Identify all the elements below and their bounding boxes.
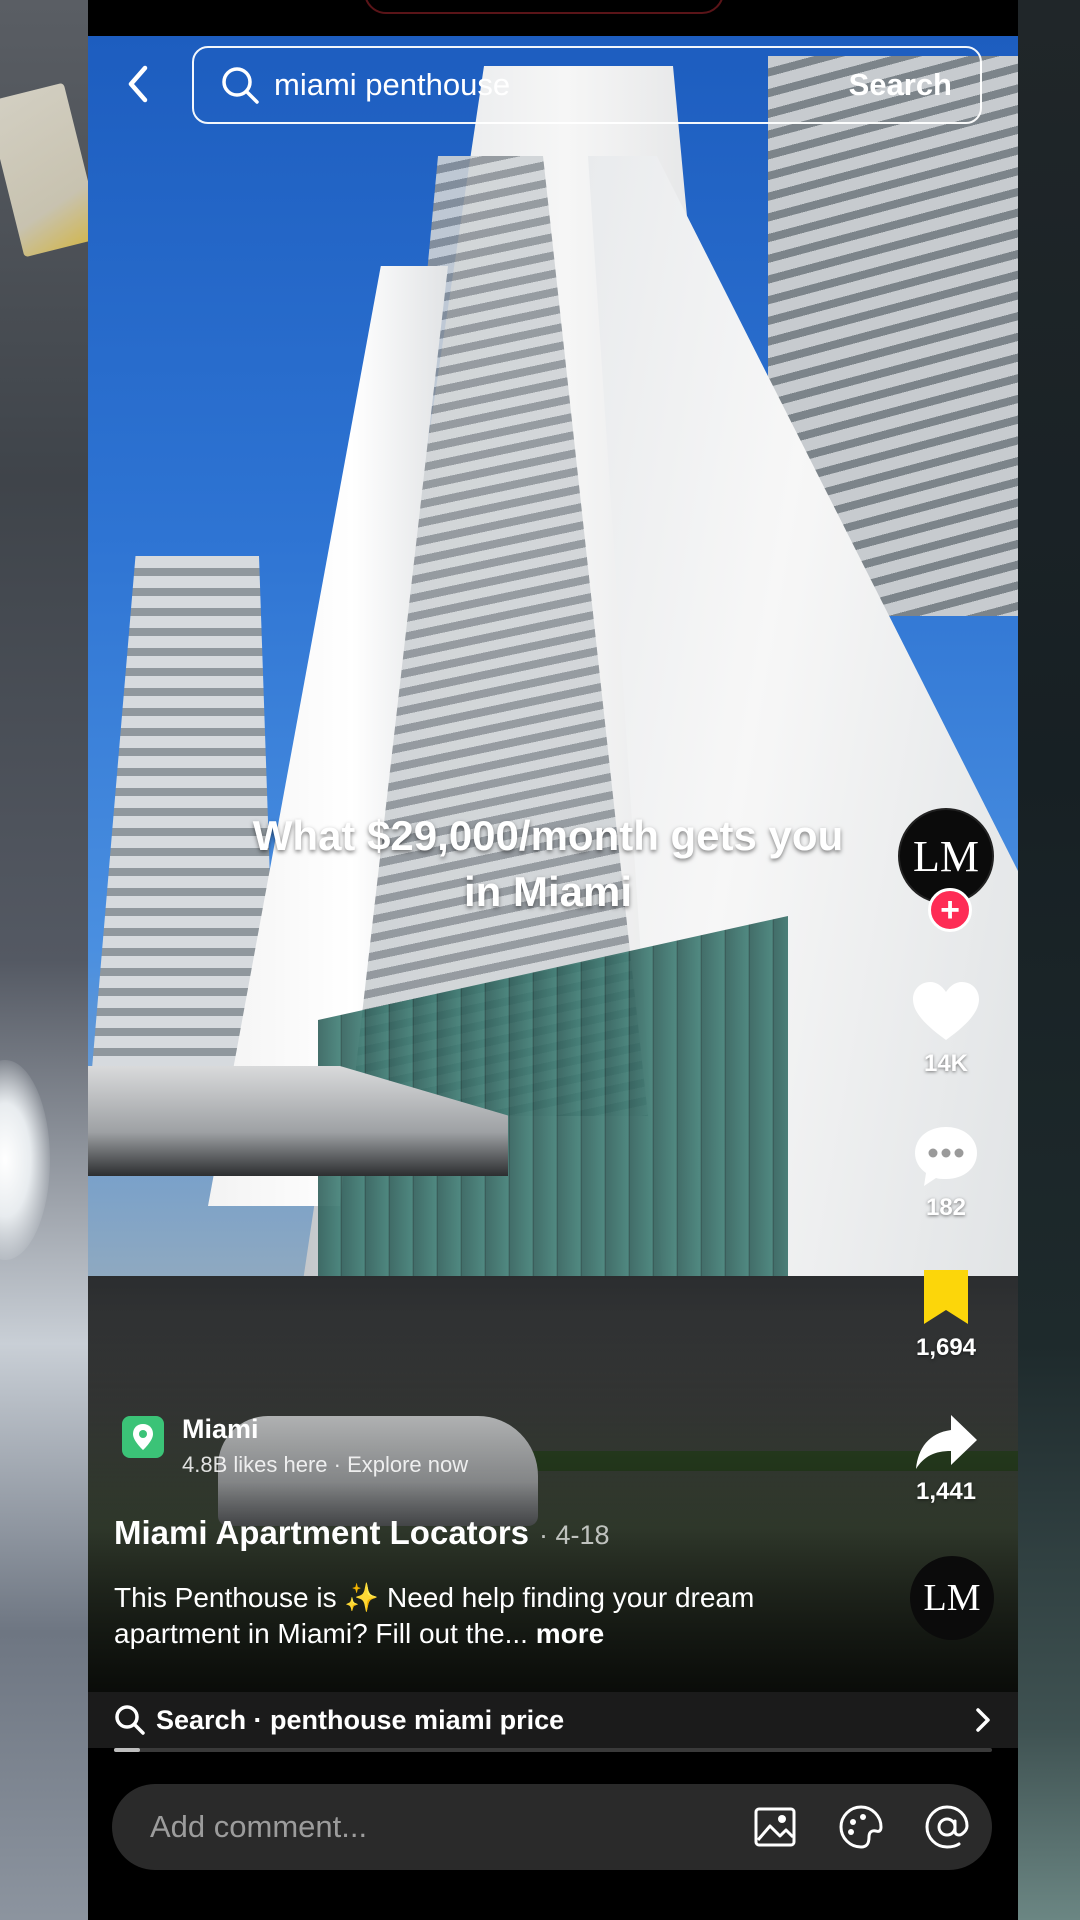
like-button[interactable]: 14K xyxy=(896,980,996,1078)
avatar-initials: LM xyxy=(913,831,979,881)
emoji-icon xyxy=(839,1805,883,1849)
playback-progress-fill xyxy=(114,1748,141,1752)
dynamic-island xyxy=(364,0,724,14)
share-count: 1,441 xyxy=(915,1478,977,1505)
share-icon xyxy=(916,1415,977,1469)
share-button[interactable]: 1,441 xyxy=(896,1412,996,1506)
chevron-right-icon xyxy=(976,1708,990,1732)
image-button[interactable] xyxy=(750,1802,800,1852)
background-right-blur xyxy=(1018,0,1080,1920)
video-overlay-caption: What $29,000/month gets you in Miami xyxy=(252,812,844,915)
post-date: · 4-18 xyxy=(539,1520,610,1550)
follow-button[interactable]: + xyxy=(928,888,972,932)
related-search-bar[interactable]: Search · penthouse miami price xyxy=(88,1692,1018,1748)
location-name: Miami xyxy=(182,1414,259,1444)
image-icon xyxy=(754,1807,796,1847)
heart-icon xyxy=(913,982,979,1040)
comment-placeholder: Add comment... xyxy=(150,1809,368,1844)
search-input[interactable]: miami penthouse Search xyxy=(192,46,982,124)
pin-icon xyxy=(122,1416,164,1458)
background-glare xyxy=(0,1060,50,1260)
background-left-blur xyxy=(0,0,103,1920)
mention-icon xyxy=(925,1805,969,1849)
description-text: This Penthouse is ✨ Need help finding yo… xyxy=(114,1582,755,1649)
mention-button[interactable] xyxy=(922,1802,972,1852)
author-name[interactable]: Miami Apartment Locators xyxy=(114,1514,529,1551)
phone-screen: miami penthouse Search What $29,000/mont… xyxy=(88,0,1018,1920)
playback-progress[interactable] xyxy=(114,1748,992,1752)
related-search-text: Search · penthouse miami price xyxy=(156,1704,565,1735)
comment-input[interactable]: Add comment... xyxy=(112,1784,992,1870)
background-sticker xyxy=(0,82,103,258)
back-icon xyxy=(128,65,148,103)
comment-button[interactable]: 182 xyxy=(896,1124,996,1222)
location-subtitle: 4.8B likes here · Explore now xyxy=(182,1452,469,1477)
sound-disc-initials: LM xyxy=(923,1577,981,1619)
more-link[interactable]: more xyxy=(536,1618,604,1649)
search-query-text: miami penthouse xyxy=(274,67,511,102)
author-line: Miami Apartment Locators · 4-18 xyxy=(114,1514,610,1552)
save-count: 1,694 xyxy=(915,1334,977,1361)
sound-disc[interactable]: LM xyxy=(910,1556,994,1640)
save-button[interactable]: 1,694 xyxy=(896,1268,996,1362)
comment-count: 182 xyxy=(925,1194,967,1221)
post-description[interactable]: This Penthouse is ✨ Need help finding yo… xyxy=(114,1580,814,1652)
bookmark-icon xyxy=(924,1270,968,1324)
comment-icon xyxy=(915,1127,977,1186)
back-button[interactable] xyxy=(110,56,166,112)
like-count: 14K xyxy=(923,1050,969,1077)
location-link[interactable]: Miami 4.8B likes here · Explore now xyxy=(122,1414,602,1480)
search-icon xyxy=(222,67,259,104)
emoji-button[interactable] xyxy=(836,1802,886,1852)
search-header: miami penthouse Search xyxy=(88,44,1018,124)
search-button[interactable]: Search xyxy=(821,67,980,103)
search-icon xyxy=(115,1705,145,1735)
